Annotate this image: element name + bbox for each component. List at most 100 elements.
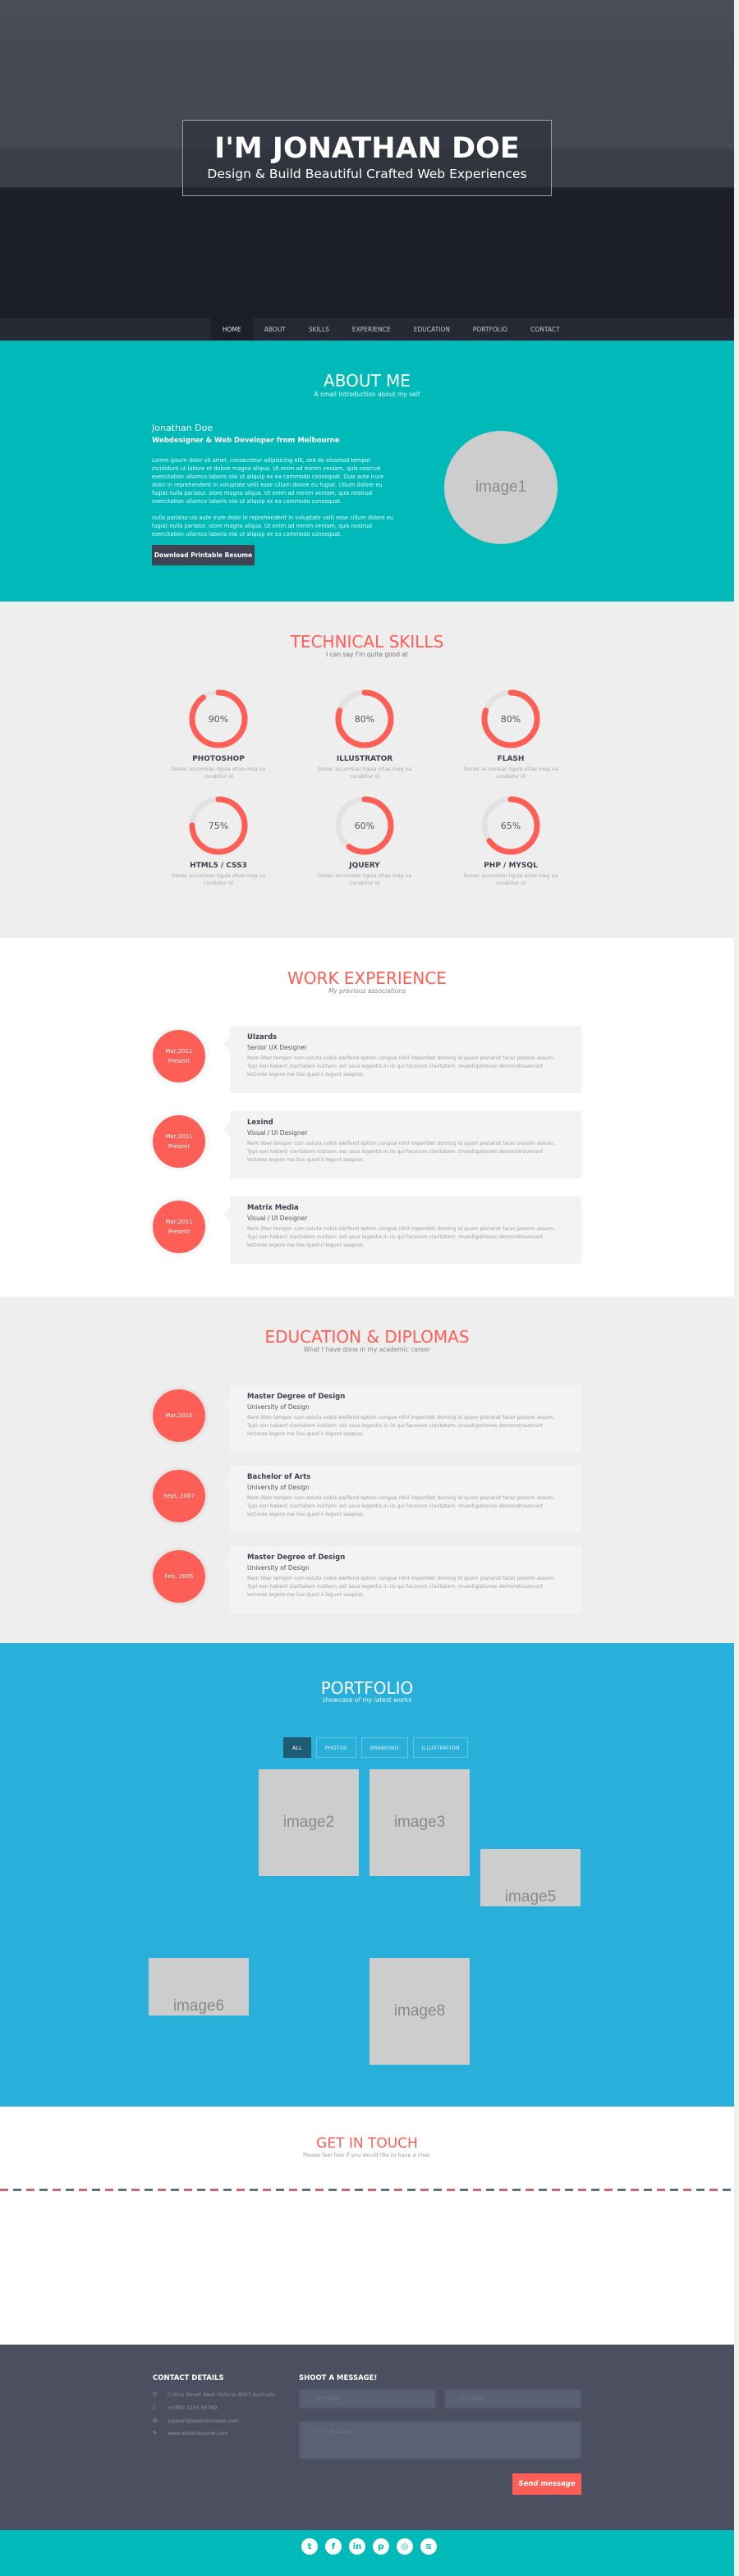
timeline-subtitle: University of Design: [247, 1564, 310, 1572]
timeline-title: Matrix Media: [247, 1204, 299, 1212]
skill-desc: Donec accumsan ligula vitae mag na curab…: [317, 873, 412, 886]
portfolio-item[interactable]: image5: [480, 1849, 581, 1906]
filter-branding[interactable]: BRANDING: [360, 1737, 408, 1758]
contact-title: GET IN TOUCH: [316, 2135, 418, 2152]
rss-icon[interactable]: ≋: [420, 2538, 437, 2555]
filter-all[interactable]: ALL: [283, 1737, 311, 1758]
mail-icon: ✉: [153, 2418, 158, 2424]
nav-home[interactable]: HOME: [211, 318, 253, 341]
phone-line: ▯ +1800 1234 56789: [153, 2404, 217, 2411]
portfolio-item[interactable]: image3: [370, 1769, 470, 1876]
nav-experience[interactable]: EXPERIENCE: [341, 318, 402, 341]
timeline-subtitle: Visual / UI Designer: [247, 1129, 308, 1137]
skill-name: PHP / MYSQL: [484, 862, 538, 870]
facebook-icon[interactable]: f: [325, 2538, 342, 2555]
link-icon: ✎: [153, 2430, 158, 2436]
nav-about[interactable]: ABOUT: [253, 318, 297, 341]
skill-donut: 65%: [481, 796, 540, 855]
skill-name: HTML5 / CSS3: [190, 862, 247, 870]
map-pin-icon: ⚲: [153, 2391, 158, 2398]
download-resume-button[interactable]: Download Printable Resume: [152, 545, 255, 565]
timeline-desc: Nam liber tempor cum soluta nobis eleife…: [247, 1495, 555, 1517]
filter-photos[interactable]: PHOTOS: [315, 1737, 356, 1758]
send-message-button[interactable]: Send message: [512, 2473, 581, 2495]
timeline-subtitle: University of Design: [247, 1484, 310, 1491]
timeline-desc: Nam liber tempor cum soluta nobis eleife…: [247, 1576, 555, 1598]
linkedin-icon[interactable]: in: [349, 2538, 365, 2555]
skill-desc: Donec accumsan ligula vitae mag na curab…: [171, 766, 266, 780]
date-text: Mar,2011 Present: [165, 1048, 193, 1064]
timeline-subtitle: University of Design: [247, 1403, 310, 1411]
skill-percent: 75%: [209, 821, 228, 831]
date-text: Mar,2010: [165, 1412, 193, 1419]
email-text[interactable]: support@websitename.com: [168, 2418, 239, 2424]
skill-desc: Donec accumsan ligula vitae mag na curab…: [317, 766, 412, 780]
name-input[interactable]: [299, 2389, 436, 2409]
timeline-card: Bachelor of Arts University of Design Nam …: [223, 1466, 581, 1533]
skill-percent: 80%: [501, 714, 521, 725]
skill-donut: 75%: [189, 796, 248, 855]
portfolio-item[interactable]: image6: [149, 1958, 249, 2016]
skill-name: FLASH: [497, 755, 525, 763]
date-text: Mar,2011 Present: [165, 1133, 193, 1150]
message-textarea[interactable]: [299, 2421, 581, 2459]
timeline-card: UIzards Senior UX Designer Nam liber tempo…: [223, 1026, 581, 1093]
nav-skills[interactable]: SKILLS: [297, 318, 341, 341]
timeline-title: UIzards: [247, 1033, 278, 1041]
nav-education[interactable]: EDUCATION: [402, 318, 461, 341]
timeline-card: Lexind Visual / UI Designer Nam liber temp…: [223, 1111, 581, 1178]
nav-portfolio[interactable]: PORTFOLIO: [461, 318, 519, 341]
portfolio-item[interactable]: image8: [370, 1958, 470, 2065]
skill-desc: Donec accumsan ligula vitae mag na curab…: [463, 766, 558, 780]
pinterest-icon[interactable]: p: [373, 2538, 389, 2555]
hero-section: I'M JONATHAN DOE Design & Build Beautifu…: [0, 0, 734, 297]
phone-icon: ▯: [153, 2404, 156, 2411]
timeline-desc: Nam liber tempor cum soluta nobis eleife…: [247, 1141, 555, 1163]
timeline-date-badge: Mar,2010: [153, 1389, 205, 1442]
skill-item: 60% JQUERY Donec accumsan ligula vitae mag…: [315, 794, 414, 887]
timeline-date-badge: Mar,2011 Present: [153, 1115, 205, 1168]
skill-percent: 65%: [501, 821, 521, 831]
about-paragraph-2: nulla pariatur.uis aute irure dolor in r…: [152, 515, 394, 538]
timeline-card: Matrix Media Visual / UI Designer Nam libe…: [223, 1196, 581, 1264]
scrollbar[interactable]: [734, 0, 739, 2576]
skill-item: 80% FLASH Donec accumsan ligula vitae mag …: [461, 688, 560, 780]
work-title: WORK EXPERIENCE: [287, 968, 447, 988]
timeline-subtitle: Visual / UI Designer: [247, 1215, 308, 1222]
nav-spacer: [0, 297, 734, 318]
portfolio-subtitle: showcase of my latest works: [322, 1696, 412, 1704]
timeline-title: Master Degree of Design: [247, 1553, 346, 1562]
timeline-date-badge: Sept, 2007: [153, 1470, 205, 1522]
contact-details-title: CONTACT DETAILS: [153, 2374, 224, 2382]
timeline-title: Lexind: [247, 1119, 273, 1127]
filter-illustration[interactable]: ILLUSTRATION: [412, 1737, 469, 1758]
website-text[interactable]: www.websitename.com: [168, 2431, 227, 2436]
timeline-card: Master Degree of Design University of Des…: [223, 1546, 581, 1613]
timeline-date-badge: Feb, 2005: [153, 1550, 205, 1603]
timeline-date-badge: Mar,2011 Present: [153, 1030, 205, 1082]
address-line: ⚲ Collins Street West Victoria 8007 Austr…: [153, 2391, 275, 2398]
nav-contact[interactable]: CONTACT: [519, 318, 571, 341]
timeline-title: Master Degree of Design: [247, 1393, 346, 1401]
skill-item: 75% HTML5 / CSS3 Donec accumsan ligula vit…: [169, 794, 268, 887]
timeline-title: Bachelor of Arts: [247, 1473, 311, 1481]
skills-title: TECHNICAL SKILLS: [290, 632, 444, 652]
timeline-desc: Nam liber tempor cum soluta nobis eleife…: [247, 1055, 555, 1078]
message-title: SHOOT A MESSAGE!: [299, 2374, 378, 2382]
skill-donut: 80%: [481, 689, 540, 748]
work-subtitle: My previous associations: [328, 987, 406, 995]
hero-title-box: I'M JONATHAN DOE Design & Build Beautifu…: [182, 120, 552, 196]
education-title: EDUCATION & DIPLOMAS: [264, 1327, 470, 1347]
portfolio-item[interactable]: image2: [259, 1769, 359, 1876]
dribbble-icon[interactable]: ◎: [397, 2538, 413, 2555]
timeline-subtitle: Senior UX Designer: [247, 1044, 307, 1051]
social-icons: t f in p ◎ ≋: [301, 2538, 437, 2555]
skill-item: 80% ILLUSTRATOR Donec accumsan ligula vita…: [315, 688, 414, 780]
about-name: Jonathan Doe: [152, 423, 213, 433]
skill-name: ILLUSTRATOR: [336, 755, 393, 763]
skill-percent: 80%: [355, 714, 374, 725]
skill-name: JQUERY: [349, 862, 380, 870]
twitter-icon[interactable]: t: [301, 2538, 318, 2555]
skill-donut: 90%: [189, 689, 248, 748]
email-input[interactable]: [444, 2389, 581, 2409]
